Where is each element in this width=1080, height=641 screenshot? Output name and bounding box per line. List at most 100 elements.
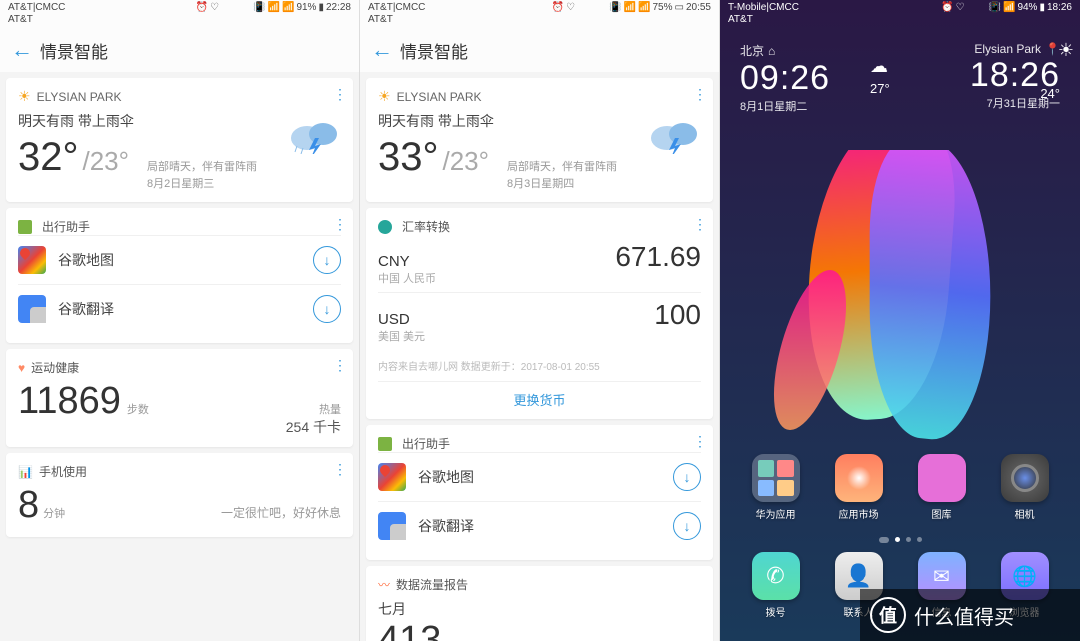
- heart-icon: ♥: [18, 361, 25, 375]
- google-maps-icon: [378, 463, 406, 491]
- download-button[interactable]: ↓: [673, 463, 701, 491]
- gallery-icon: [918, 454, 966, 502]
- app-header: ← 情景智能: [360, 28, 719, 72]
- phone-icon: ✆: [752, 552, 800, 600]
- vibrate-icon: 📳: [989, 2, 1001, 13]
- app-label: 谷歌地图: [58, 250, 313, 270]
- battery-icon: ▮: [318, 2, 324, 13]
- card-menu-icon[interactable]: ⋮: [693, 216, 705, 233]
- app-label: 谷歌地图: [418, 467, 673, 487]
- phone-screen-2: AT&T|CMCC AT&T ⏰ ♡ 📳 📶 📶 75% ▭ 20:55 ← 情…: [360, 0, 720, 641]
- app-label: 相机: [1015, 506, 1035, 521]
- battery-percent: 94%: [1017, 2, 1037, 13]
- calories-label: 热量: [286, 401, 341, 417]
- currency-source-note: 内容来自去哪儿网 数据更新于：2017-08-01 20:55: [378, 358, 701, 373]
- temp-right: 24°: [1040, 86, 1060, 101]
- weather-location: ELYSIAN PARK: [37, 90, 122, 104]
- watermark-text: 什么值得买: [914, 601, 1014, 630]
- health-card[interactable]: ⋮ ♥运动健康 11869 步数 热量 254 千卡: [6, 349, 353, 447]
- app-row-maps[interactable]: 谷歌地图 ↓: [378, 452, 701, 501]
- google-translate-icon: [378, 512, 406, 540]
- phone-usage-card[interactable]: ⋮ 📊手机使用 8 分钟 一定很忙吧，好好休息: [6, 453, 353, 537]
- card-menu-icon[interactable]: ⋮: [693, 433, 705, 450]
- travel-icon: [378, 437, 392, 451]
- currency-card[interactable]: ⋮ 汇率转换 CNY中国 人民币 671.69 USD美国 美元 100 内容来…: [366, 208, 713, 419]
- app-row-translate[interactable]: 谷歌翻译 ↓: [18, 284, 341, 333]
- battery-icon: ▮: [1039, 2, 1045, 13]
- wifi-icon: 📶: [624, 2, 636, 13]
- card-title: 数据流量报告: [396, 576, 468, 593]
- home-icon: ⌂: [768, 44, 775, 58]
- currency-sub: 中国 人民币: [378, 270, 436, 286]
- back-icon[interactable]: ←: [4, 32, 40, 68]
- carrier-label: AT&T|CMCC: [368, 2, 425, 14]
- app-dialer[interactable]: ✆拨号: [741, 552, 811, 619]
- steps-label: 步数: [127, 401, 149, 417]
- card-menu-icon[interactable]: ⋮: [333, 86, 345, 103]
- temp-low: /23°: [443, 146, 490, 177]
- clock-time: 22:28: [326, 2, 351, 13]
- status-bar: AT&T|CMCC AT&T ⏰ ♡ 📳 📶 📶 75% ▭ 20:55: [360, 0, 719, 28]
- change-currency-button[interactable]: 更换货币: [378, 381, 701, 409]
- app-gallery[interactable]: 图库: [907, 454, 977, 521]
- sun-icon: ☀: [18, 88, 31, 105]
- carrier-label-2: AT&T: [368, 14, 425, 26]
- folder-icon: [752, 454, 800, 502]
- weather-card[interactable]: ⋮ ☀ELYSIAN PARK 明天有雨 带上雨伞 32° /23° 局部晴天，…: [6, 78, 353, 202]
- card-title: 手机使用: [39, 463, 87, 480]
- card-menu-icon[interactable]: ⋮: [333, 216, 345, 233]
- minutes-label: 分钟: [43, 505, 65, 521]
- app-huawei-folder[interactable]: 华为应用: [741, 454, 811, 521]
- data-usage-card[interactable]: 〰数据流量报告 七月 413 MB: [366, 566, 713, 641]
- heart-icon: ♡: [210, 2, 219, 13]
- usage-minutes: 8: [18, 484, 39, 527]
- carrier-label-2: AT&T: [8, 14, 65, 26]
- thunder-cloud-icon: [289, 118, 337, 150]
- weather-left: ☁27°: [870, 56, 890, 98]
- app-label: 图库: [932, 506, 952, 521]
- weather-date: 8月3日星期四: [507, 176, 617, 193]
- currency-value: 671.69: [615, 241, 701, 273]
- currency-row-cny[interactable]: CNY中国 人民币 671.69: [378, 235, 701, 292]
- battery-percent: 91%: [296, 2, 316, 13]
- travel-assistant-card: ⋮ 出行助手 谷歌地图 ↓ 谷歌翻译 ↓: [366, 425, 713, 560]
- currency-row-usd[interactable]: USD美国 美元 100: [378, 292, 701, 350]
- page-indicator[interactable]: [720, 537, 1080, 543]
- time-left: 09:26: [740, 59, 830, 98]
- card-title: 出行助手: [402, 435, 450, 452]
- signal-icon: 📶: [282, 2, 294, 13]
- app-row-translate[interactable]: 谷歌翻译 ↓: [378, 501, 701, 550]
- card-title: 运动健康: [31, 359, 79, 376]
- battery-icon: ▭: [675, 2, 684, 13]
- sun-icon: ☀: [378, 88, 391, 105]
- dual-clock-widget[interactable]: 北京⌂ 09:26 8月1日星期二 ☁27° Elysian Park📍 18:…: [720, 28, 1080, 120]
- download-button[interactable]: ↓: [313, 295, 341, 323]
- card-menu-icon[interactable]: ⋮: [333, 461, 345, 478]
- currency-sub: 美国 美元: [378, 328, 425, 344]
- city-right: Elysian Park📍: [970, 42, 1060, 56]
- currency-value: 100: [654, 299, 701, 331]
- download-button[interactable]: ↓: [313, 246, 341, 274]
- city-left: 北京⌂: [740, 42, 830, 59]
- data-value: 413: [378, 619, 441, 641]
- app-label: 谷歌翻译: [418, 516, 673, 536]
- wifi-icon: 📶: [268, 2, 280, 13]
- card-menu-icon[interactable]: ⋮: [693, 86, 705, 103]
- data-icon: 〰: [378, 576, 390, 593]
- temp-high: 33°: [378, 135, 439, 180]
- app-camera[interactable]: 相机: [990, 454, 1060, 521]
- app-label: 华为应用: [756, 506, 796, 521]
- weather-location: ELYSIAN PARK: [397, 90, 482, 104]
- app-row-1: 华为应用 应用市场 图库 相机: [720, 454, 1080, 521]
- download-button[interactable]: ↓: [673, 512, 701, 540]
- temp-low: /23°: [83, 146, 130, 177]
- page-title: 情景智能: [400, 38, 468, 63]
- travel-assistant-card: ⋮ 出行助手 谷歌地图 ↓ 谷歌翻译 ↓: [6, 208, 353, 343]
- back-icon[interactable]: ←: [364, 32, 400, 68]
- card-menu-icon[interactable]: ⋮: [333, 357, 345, 374]
- phone-screen-3: T-Mobile|CMCC AT&T ⏰ ♡ 📳 📶 94% ▮ 18:26 北…: [720, 0, 1080, 641]
- currency-icon: [378, 220, 392, 234]
- app-appmarket[interactable]: 应用市场: [824, 454, 894, 521]
- app-row-maps[interactable]: 谷歌地图 ↓: [18, 235, 341, 284]
- weather-card[interactable]: ⋮ ☀ELYSIAN PARK 明天有雨 带上雨伞 33° /23° 局部晴天，…: [366, 78, 713, 202]
